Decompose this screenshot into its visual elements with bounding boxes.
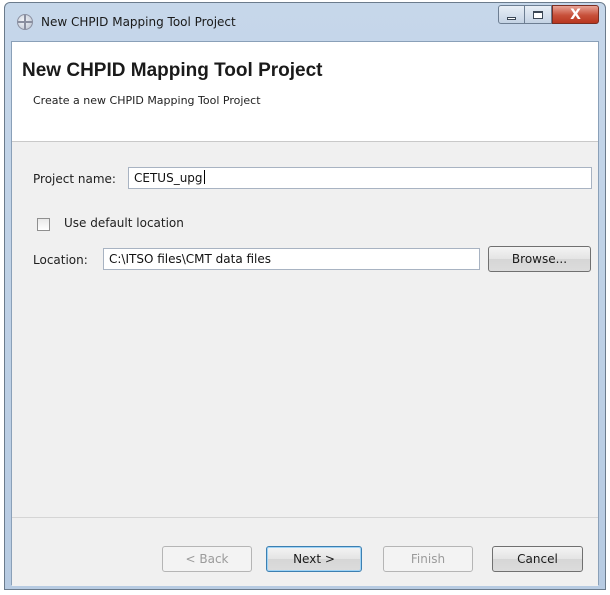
maximize-button[interactable] — [525, 5, 552, 24]
location-value: C:\ITSO files\CMT data files — [109, 252, 272, 266]
project-name-input[interactable]: CETUS_upg — [128, 167, 592, 189]
wizard-description: Create a new CHPID Mapping Tool Project — [33, 94, 261, 107]
browse-button[interactable]: Browse... — [488, 246, 591, 272]
minimize-icon — [507, 17, 516, 20]
window-title: New CHPID Mapping Tool Project — [41, 15, 236, 29]
use-default-location-label: Use default location — [64, 216, 184, 230]
project-name-value: CETUS_upg — [134, 171, 203, 185]
dialog-window: New CHPID Mapping Tool Project X New CHP… — [4, 2, 606, 590]
wizard-content: Project name: CETUS_upg Use default loca… — [12, 142, 598, 517]
wizard-button-bar: < Back Next > Finish Cancel — [12, 517, 598, 586]
wizard-title: New CHPID Mapping Tool Project — [22, 60, 323, 81]
location-label: Location: — [33, 253, 88, 267]
wizard-banner: New CHPID Mapping Tool Project Create a … — [12, 42, 598, 142]
close-icon: X — [570, 6, 581, 23]
text-caret — [203, 170, 205, 184]
cancel-button[interactable]: Cancel — [492, 546, 583, 572]
use-default-location-checkbox[interactable] — [37, 218, 50, 231]
location-input[interactable]: C:\ITSO files\CMT data files — [103, 248, 480, 270]
finish-button[interactable]: Finish — [383, 546, 473, 572]
back-button[interactable]: < Back — [162, 546, 252, 572]
title-bar[interactable]: New CHPID Mapping Tool Project X — [5, 3, 605, 41]
minimize-button[interactable] — [498, 5, 525, 24]
close-button[interactable]: X — [552, 5, 599, 24]
dialog-client-area: New CHPID Mapping Tool Project Create a … — [11, 41, 599, 586]
project-name-label: Project name: — [33, 172, 116, 186]
next-button[interactable]: Next > — [266, 546, 362, 572]
app-globe-icon — [17, 14, 33, 30]
maximize-icon — [533, 10, 543, 19]
